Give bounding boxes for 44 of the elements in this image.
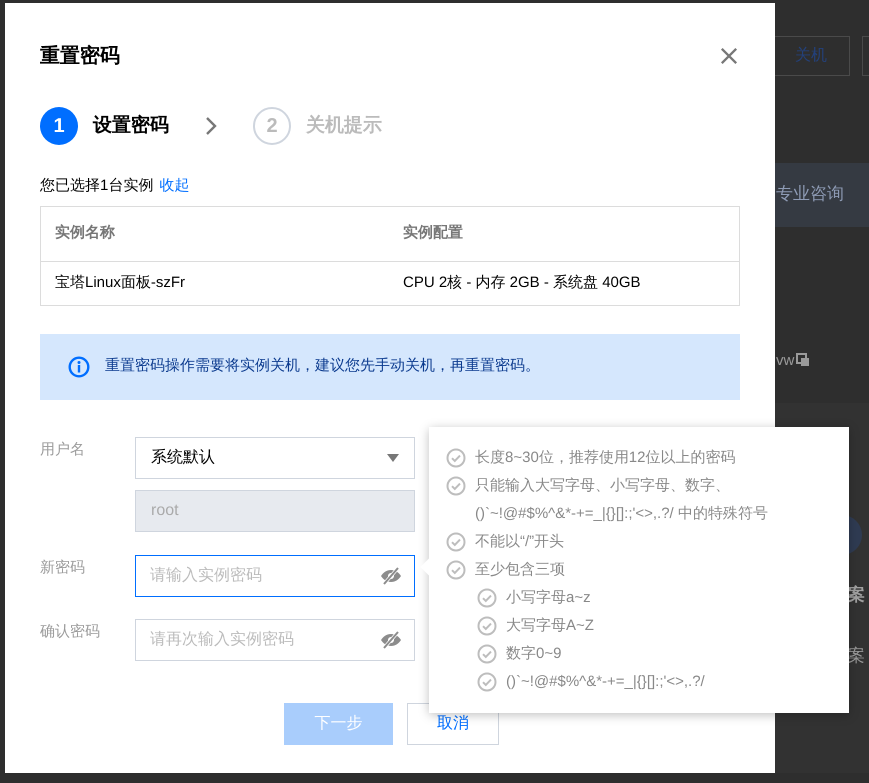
check-circle-icon [446,448,466,468]
dialog-title: 重置密码 [40,44,120,69]
step-label: 设置密码 [93,114,169,138]
field-label: 确认密码 [40,622,101,642]
chevron-icon [205,116,217,136]
rule-text: 大写字母A~Z [506,616,595,636]
column-header: 实例配置 [402,223,464,244]
rule-text: 至少包含三项 [475,560,566,580]
card-text: 案 [848,645,865,667]
rule-text: ()`~!@#$%^&*-+=_|{}[]:;'<>,.?/ [506,672,706,692]
step-label: 关机提示 [306,114,382,138]
table-cell-text: 宝塔Linux面板-szFr [54,272,186,293]
rule-text: 数字0~9 [506,644,562,664]
button-edge [862,36,869,76]
password-field[interactable]: 请输入实例密码 [135,554,415,596]
username-field: root [135,490,415,532]
field-label: 新密码 [40,558,86,578]
check-circle-icon [477,588,497,608]
caret-icon [387,454,399,462]
check-circle-icon [446,560,466,580]
copy-icon[interactable] [796,353,810,367]
check-circle-icon [477,672,497,692]
check-circle-icon [446,476,466,496]
step-number: 1 [40,107,78,145]
rule-text: 不能以“/”开头 [475,532,566,552]
copy-text: vw [776,351,794,371]
close-icon[interactable] [720,47,738,65]
collapse-link[interactable]: 收起 [159,175,190,198]
step-number: 2 [253,107,291,145]
check-circle-icon [477,644,497,664]
check-circle-icon [446,532,466,552]
username-select[interactable]: 系统默认 [135,436,415,478]
check-circle-icon [477,616,497,636]
field-label: 用户名 [40,440,86,460]
notice-text: 重置密码操作需要将实例关机，建议您先手动关机，再重置密码。 [105,356,540,376]
column-header: 实例名称 [54,223,116,244]
selection-note: 您已选择1台实例 [40,176,154,196]
rule-text: 小写字母a~z [506,588,592,608]
banner-text: 专业咨询 [776,183,844,205]
info-icon [68,356,90,378]
rule-text: 只能输入大写字母、小写字母、数字、()`~!@#$%^&*-+=_|{}[]:;'<>,.?/ 中的特殊符号 [475,476,769,524]
rule-text: 长度8~30位，推荐使用12位以上的密码 [475,448,736,468]
card-title: 案 [848,584,865,606]
table-cell-text: CPU 2核 - 内存 2GB - 系统盘 40GB [402,272,642,293]
